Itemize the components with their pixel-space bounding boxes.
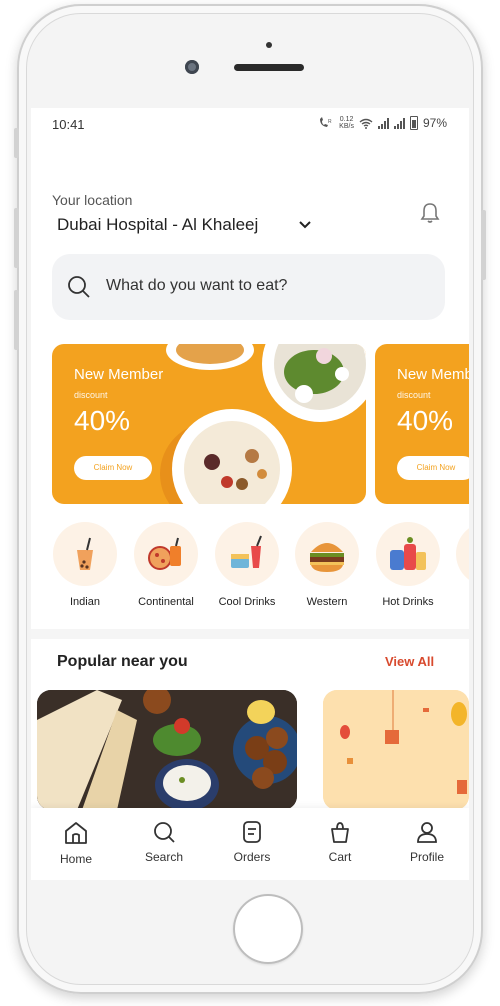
battery-icon — [409, 116, 418, 130]
power-button — [481, 210, 486, 280]
search-icon — [68, 276, 90, 298]
pizza-drink-icon — [134, 522, 198, 586]
network-speed-value: 0.12 — [339, 116, 354, 123]
orders-icon — [243, 821, 261, 843]
category-item-continental[interactable]: Continental — [132, 522, 200, 608]
claim-now-button[interactable]: Claim Now — [397, 456, 469, 480]
category-label: Indian — [70, 596, 100, 608]
chevron-down-icon[interactable] — [296, 218, 314, 232]
category-partial-icon — [456, 522, 469, 586]
battery-percent: 97% — [422, 116, 447, 130]
burger-icon — [295, 522, 359, 586]
earpiece-speaker — [234, 64, 304, 71]
volte-call-icon: R — [320, 117, 332, 127]
popular-heading: Popular near you — [57, 653, 188, 670]
front-camera — [185, 60, 199, 74]
cart-icon — [331, 822, 349, 843]
popular-card-falafel[interactable] — [37, 690, 297, 810]
cool-drinks-icon — [215, 522, 279, 586]
network-speed-unit: KB/s — [339, 123, 354, 130]
popular-card-2[interactable] — [323, 690, 469, 810]
tab-label: Profile — [409, 850, 444, 864]
tab-home[interactable]: Home — [41, 820, 111, 866]
banner-percent: 40% — [397, 405, 454, 436]
view-all-link[interactable]: View All — [385, 654, 434, 669]
home-icon — [65, 822, 87, 844]
front-sensor — [266, 42, 272, 48]
category-item-cool-drinks[interactable]: Cool Drinks — [213, 522, 281, 608]
tab-label: Cart — [328, 850, 352, 864]
category-label: Cool Drinks — [218, 596, 276, 608]
search-icon — [154, 822, 175, 843]
bubble-tea-icon — [53, 522, 117, 586]
claim-now-button[interactable]: Claim Now — [74, 456, 152, 480]
location-value[interactable]: Dubai Hospital - Al Khaleej — [57, 215, 258, 235]
tab-label: Home — [59, 852, 92, 866]
volume-down-button — [14, 290, 19, 350]
category-label: Hot Drinks — [382, 596, 434, 608]
bottom-tab-bar: Home Search Orders Cart Profile — [31, 808, 469, 880]
category-label: Continental — [138, 596, 194, 608]
category-list: Indian Continental Cool Drinks Western H… — [52, 522, 469, 612]
location-label: Your location — [52, 192, 133, 208]
status-bar: 10:41 R 0.12 KB/s 97% — [31, 108, 469, 142]
profile-icon — [417, 822, 437, 843]
banner-percent: 40% — [74, 405, 131, 436]
category-item-western[interactable]: Western — [293, 522, 361, 608]
tab-search[interactable]: Search — [129, 820, 199, 864]
banner-title: New Memb — [397, 366, 469, 383]
search-bar[interactable]: What do you want to eat? — [52, 254, 445, 320]
signal-icon-1 — [377, 117, 389, 129]
network-speed: 0.12 KB/s — [339, 116, 354, 130]
tab-label: Search — [144, 850, 184, 864]
app-screen: 10:41 R 0.12 KB/s 97% Your location Dubai… — [31, 108, 469, 880]
bell-icon[interactable] — [420, 202, 440, 224]
tab-profile[interactable]: Profile — [392, 820, 462, 864]
tab-orders[interactable]: Orders — [217, 820, 287, 864]
tab-cart[interactable]: Cart — [305, 820, 375, 864]
category-label: Western — [306, 596, 348, 608]
section-divider — [31, 629, 469, 639]
mute-switch — [14, 128, 19, 158]
category-item-indian[interactable]: Indian — [51, 522, 119, 608]
promo-banner-2[interactable]: New Memb discount 40% Claim Now — [375, 344, 469, 504]
svg-text:R: R — [328, 119, 332, 125]
signal-icon-2 — [393, 117, 405, 129]
status-icons: R 0.12 KB/s 97% — [318, 116, 447, 130]
search-input[interactable]: What do you want to eat? — [106, 277, 287, 295]
banner-title: New Member — [74, 366, 164, 383]
status-time: 10:41 — [52, 117, 85, 132]
hot-drinks-icon — [376, 522, 440, 586]
promo-banner[interactable]: New Member discount 40% Claim Now — [52, 344, 366, 504]
home-hardware-button[interactable] — [233, 894, 303, 964]
falafel-wrap-image — [37, 690, 297, 810]
wifi-icon — [359, 118, 373, 129]
party-decor-image — [323, 690, 469, 810]
banner-subtitle: discount — [397, 390, 431, 400]
tab-label: Orders — [233, 850, 271, 864]
category-item-hot-drinks[interactable]: Hot Drinks — [374, 522, 442, 608]
banner-subtitle: discount — [74, 390, 108, 400]
volume-up-button — [14, 208, 19, 268]
category-item-partial[interactable] — [454, 522, 469, 586]
